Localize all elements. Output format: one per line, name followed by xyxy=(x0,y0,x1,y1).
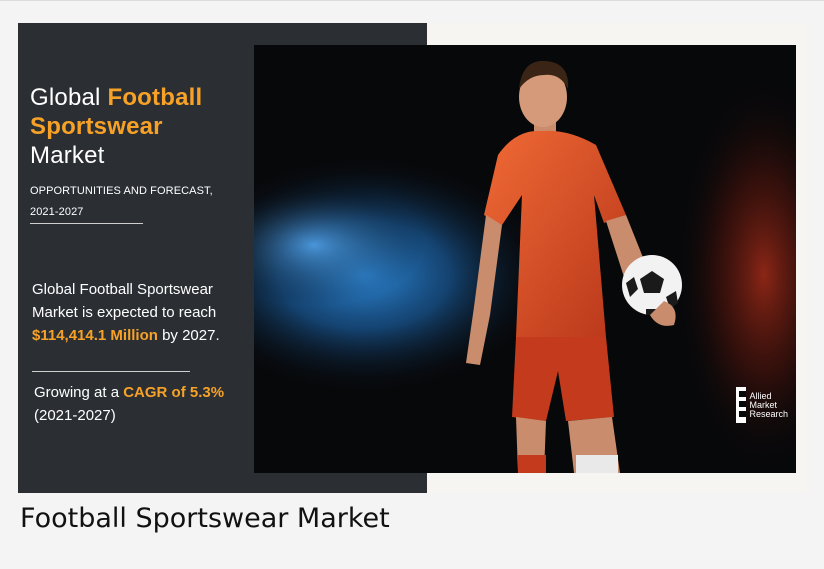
growth-statement: Growing at a CAGR of 5.3% (2021-2027) xyxy=(34,381,264,427)
image-caption: Football Sportswear Market xyxy=(20,503,390,534)
growth-prefix: Growing at a xyxy=(34,384,124,401)
growth-period: (2021-2027) xyxy=(34,407,116,424)
logo-mark-icon xyxy=(736,387,747,423)
headline: Global Football Sportswear Market xyxy=(30,83,250,170)
logo-text: Allied Market Research xyxy=(749,391,788,419)
subtitle-line1: OPPORTUNITIES AND FORECAST, xyxy=(30,185,213,197)
football-player-photo: Allied Market Research xyxy=(254,45,796,473)
headline-part1: Global xyxy=(30,84,108,111)
divider xyxy=(32,371,190,372)
right-sock xyxy=(576,455,618,473)
growth-cagr: CAGR of 5.3% xyxy=(123,384,225,401)
allied-market-research-logo: Allied Market Research xyxy=(736,387,788,423)
divider xyxy=(30,223,143,224)
headline-part2: Market xyxy=(30,142,105,169)
stat-line1: Global Football Sportswear xyxy=(32,281,213,298)
headline-highlight-football: Football xyxy=(107,84,203,111)
stat-line2: Market is expected to reach xyxy=(32,304,217,321)
stat-value: $114,414.1 Million xyxy=(32,327,158,344)
forecast-subtitle: OPPORTUNITIES AND FORECAST, 2021-2027 xyxy=(30,181,240,223)
player-illustration xyxy=(254,60,796,473)
headline-highlight-sportswear: Sportswear xyxy=(30,113,163,140)
page-frame: Global Football Sportswear Market OPPORT… xyxy=(0,0,824,569)
stat-line3: by 2027. xyxy=(157,327,220,344)
infographic-image: Global Football Sportswear Market OPPORT… xyxy=(18,23,807,493)
market-size-statement: Global Football Sportswear Market is exp… xyxy=(32,278,262,347)
shorts xyxy=(512,337,614,421)
left-sock xyxy=(518,455,546,473)
logo-line3: Research xyxy=(749,408,788,419)
subtitle-line2: 2021-2027 xyxy=(30,206,84,218)
